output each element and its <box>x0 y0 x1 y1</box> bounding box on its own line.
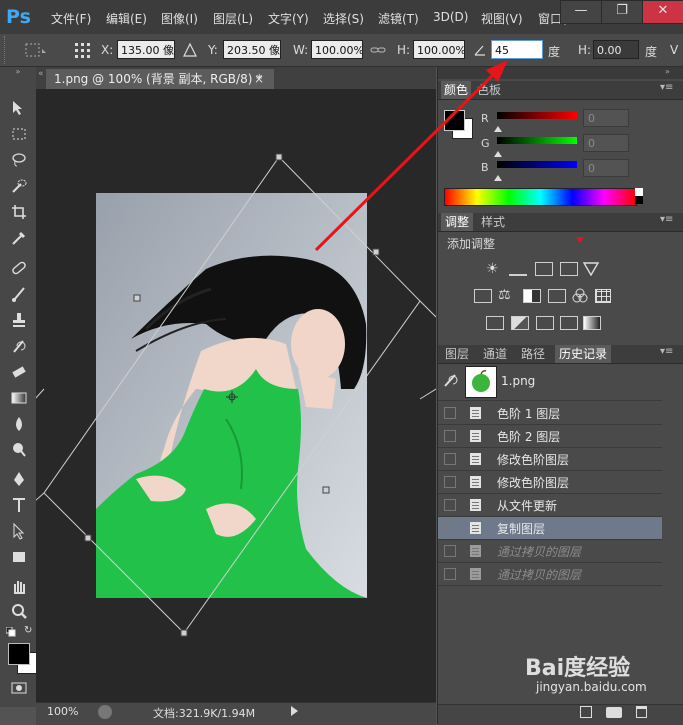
annotation-marker-icon <box>576 237 584 243</box>
annotation-overlay <box>314 60 584 252</box>
annotation-arrow-line <box>314 71 497 252</box>
watermark-url: jingyan.baidu.com <box>536 680 647 694</box>
watermark-brand: Bai度经验 <box>525 656 631 681</box>
